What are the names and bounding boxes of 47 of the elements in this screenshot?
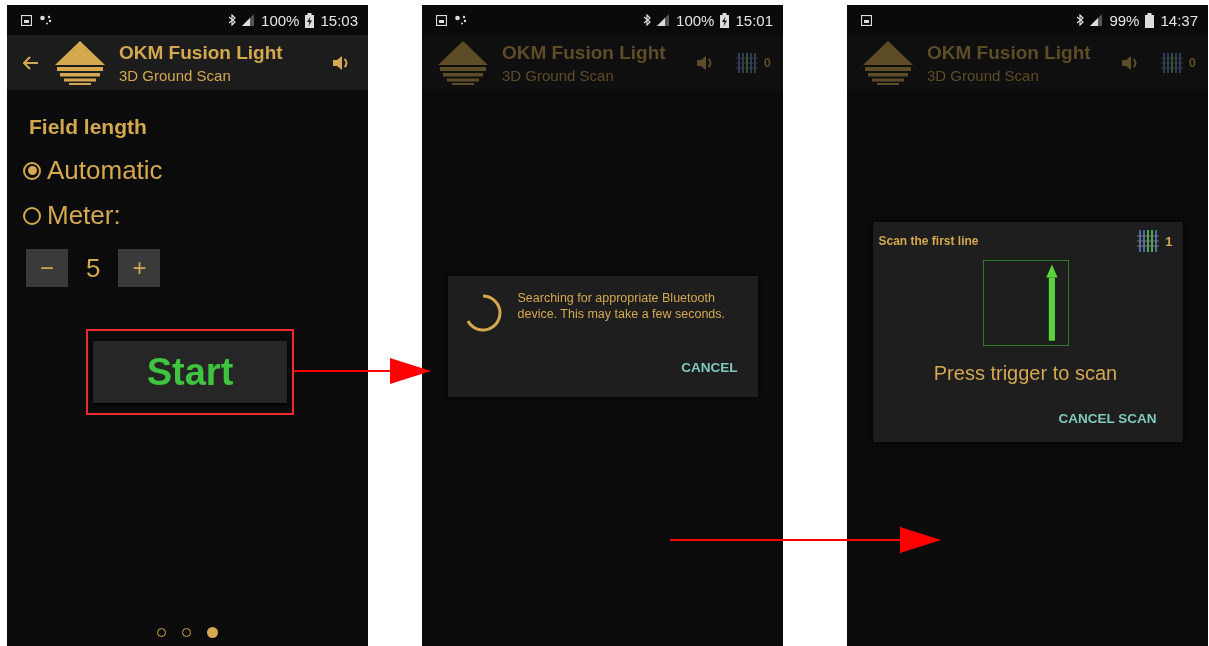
signal-icon (242, 14, 256, 26)
app-title: OKM Fusion Light (119, 41, 284, 64)
signal-icon (1090, 14, 1104, 26)
field-length-heading: Field length (29, 115, 147, 139)
increment-button[interactable]: + (118, 249, 161, 287)
app-title: OKM Fusion Light (927, 41, 1092, 64)
app-title: OKM Fusion Light (502, 41, 667, 64)
bluetooth-icon (643, 14, 652, 26)
radio-option[interactable]: Meter: (23, 200, 121, 231)
status-time: 14:37 (1160, 11, 1198, 29)
scan-lines-icon (735, 52, 758, 73)
pyramid-logo-icon (863, 40, 913, 85)
bluetooth-icon (1076, 14, 1085, 26)
screenshot-icon (21, 14, 32, 26)
dialog-message: Searching for appropriate Bluetooth device. This may take a few seconds. (517, 290, 726, 322)
app-subtitle: 3D Ground Scan (502, 66, 615, 84)
dots-icon (455, 15, 467, 25)
start-button[interactable]: Start (93, 341, 287, 403)
speaker-icon[interactable] (332, 54, 350, 71)
dots-icon (40, 15, 52, 25)
radio-option[interactable]: Automatic (23, 155, 163, 186)
scan-instruction: Press trigger to scan (933, 362, 1118, 385)
signal-icon (657, 14, 671, 26)
pyramid-logo-icon (55, 40, 105, 85)
status-time: 15:01 (735, 11, 773, 29)
scan-count: 0 (1188, 55, 1196, 70)
scan-lines-icon (1160, 52, 1183, 73)
app-subtitle: 3D Ground Scan (927, 66, 1040, 84)
battery-percent: 99% (1109, 11, 1140, 29)
cancel-scan-button[interactable]: CANCEL SCAN (1056, 407, 1159, 430)
dialog-title: Scan the first line (878, 234, 980, 248)
back-arrow-icon[interactable] (23, 55, 39, 70)
screenshot-icon (436, 14, 447, 26)
scan-lines-icon (1137, 230, 1160, 252)
app-subtitle: 3D Ground Scan (119, 66, 232, 84)
cancel-button[interactable]: CANCEL (679, 356, 740, 379)
meter-value: 5 (86, 252, 101, 284)
pyramid-logo-icon (438, 40, 488, 85)
battery-percent: 100% (261, 11, 300, 29)
page-indicator-dot[interactable] (207, 627, 218, 638)
battery-percent: 100% (676, 11, 715, 29)
status-time: 15:03 (320, 11, 358, 29)
line-count: 1 (1165, 233, 1173, 249)
bluetooth-icon (228, 14, 237, 26)
screenshot-icon (861, 14, 872, 26)
decrement-button[interactable]: − (26, 249, 68, 287)
scan-count: 0 (763, 55, 771, 70)
